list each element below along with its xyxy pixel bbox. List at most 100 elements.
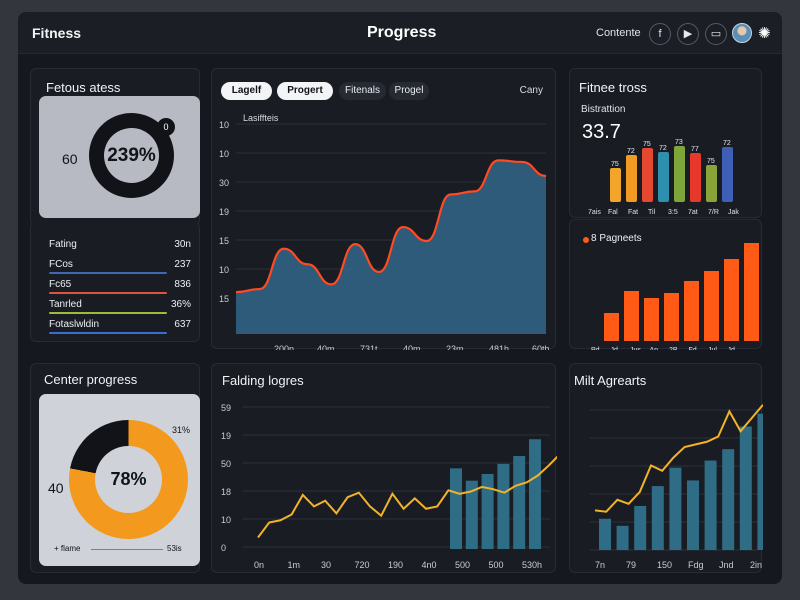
fitnee-bar-label: 72	[627, 148, 635, 155]
fetous-row-line	[49, 272, 167, 274]
pagneets-bar-chart: Pd Jd Jus An 2B Fd Jul Jd	[591, 243, 759, 350]
fetous-row-label: Fotaslwldin	[49, 319, 100, 330]
fitnee-x-tick: Jak	[728, 209, 739, 216]
top-link[interactable]: Contente	[596, 27, 641, 39]
main-chart-y-tick: 30	[219, 178, 229, 188]
main-chart-title: Lasiffteis	[243, 113, 279, 123]
falding-y-tick: 18	[221, 487, 231, 497]
fetous-title: Fetous atess	[46, 80, 121, 95]
main-chart-x-tick: 200n	[274, 344, 294, 350]
center-progress-value: 78%	[95, 446, 162, 513]
fetous-row-value: 36%	[170, 299, 191, 310]
fitnee-x-tick: Fat	[628, 209, 638, 216]
fetous-row-line	[49, 292, 167, 294]
facebook-icon[interactable]: f	[649, 23, 671, 45]
milt-bar	[616, 525, 629, 550]
fetous-row-label: Fc65	[49, 279, 72, 290]
mail-icon[interactable]: ▭	[705, 23, 727, 45]
dashboard-window: Fitness Progress Contente f ▶ ▭ ✺ Fetous…	[18, 12, 782, 584]
pagneets-x-tick: Jus	[630, 347, 641, 350]
main-chart-y-tick: 10	[219, 120, 229, 130]
fitnee-bar-label: 73	[675, 139, 683, 146]
fitnee-bar	[610, 168, 621, 202]
fitnee-bar-label: 77	[691, 146, 699, 153]
pagneets-x-tick: Jul	[708, 347, 717, 350]
falding-x-tick: 1m	[288, 560, 301, 570]
center-corner-value: 31%	[172, 425, 191, 435]
falding-x-tick: 4n0	[422, 560, 437, 570]
fitnee-bar	[658, 152, 669, 202]
fetous-donut-value: 239%	[104, 128, 159, 183]
falding-y-tick: 0	[221, 543, 226, 553]
fetous-row-label: FCos	[49, 259, 73, 270]
pagneets-bar	[724, 259, 739, 341]
center-progress-donut: 78%	[69, 420, 188, 539]
main-chart-card: Lagelf Progert Fitenals Progel Cany Lasi…	[211, 68, 556, 350]
fitnee-x-tick: 7ais	[588, 209, 601, 216]
pagneets-bar	[644, 298, 659, 341]
pagneets-bar	[624, 291, 639, 341]
fitnee-bar-label: 75	[611, 161, 619, 168]
milt-bar	[757, 413, 763, 550]
fitnee-bar-label: 72	[723, 140, 731, 147]
center-progress-card: Center progress 78% 40 31% + flame 53is	[30, 363, 200, 573]
milt-x-tick: Jnd	[719, 560, 734, 570]
center-progress-panel: 78% 40 31% + flame 53is	[39, 394, 200, 566]
pagneets-bar	[664, 293, 679, 341]
milt-bar	[722, 449, 735, 550]
fitnee-bar-chart: 75 7ais 72 Fal 75 Fat 72 Til 73 3:5 77 7at 75 7/R 72 Ja…	[588, 139, 739, 216]
falding-bar	[529, 439, 541, 549]
falding-card: Falding logres 59 19 50 18 10 0 0n 1m 30 720 190 4n…	[211, 363, 557, 573]
fetous-badge: 0	[157, 118, 175, 136]
pagneets-card: 8 Pagneets PdJdJusAn2BFdJulJd	[569, 219, 762, 350]
fitnee-bar	[642, 148, 653, 202]
brand-label: Fitness	[32, 25, 82, 41]
fetous-row-value: 30n	[174, 239, 191, 250]
pagneets-x-tick: An	[650, 347, 659, 350]
falding-x-tick: 0n	[254, 560, 264, 570]
falding-chart: 59 19 50 18 10 0 0n 1m 30 720 190 4n0 500 500 530h	[221, 403, 557, 570]
milt-bar	[599, 518, 611, 550]
main-chart-y-tick: 15	[219, 294, 229, 304]
falding-x-tick: 30	[321, 560, 331, 570]
milt-x-tick: Fdg	[688, 560, 704, 570]
fitnee-bar	[706, 165, 717, 202]
pagneets-x-tick: 2B	[669, 347, 678, 350]
fetous-row-label: Tanrled	[49, 299, 82, 310]
pagneets-bar	[704, 271, 719, 341]
falding-x-tick: 530h	[522, 560, 542, 570]
pagneets-bar	[744, 243, 759, 341]
main-chart-x-tick: 481h	[489, 344, 509, 350]
falding-bar	[497, 463, 510, 549]
falding-x-tick: 500	[455, 560, 470, 570]
gear-sun-icon[interactable]: ✺	[758, 24, 771, 42]
pagneets-x-tick: Fd	[689, 347, 697, 350]
milt-x-tick: 2in	[750, 560, 762, 570]
play-icon[interactable]: ▶	[677, 23, 699, 45]
fetous-row-value: 637	[174, 319, 191, 330]
falding-x-tick: 720	[355, 560, 370, 570]
main-chart-x-tick: 60th	[532, 344, 550, 350]
main-chart-y-tick: 19	[219, 207, 229, 217]
falding-y-tick: 10	[221, 515, 231, 525]
fitnee-card: Fitnee tross Bistrattion 33.7 75 7ais 72 Fa…	[569, 68, 762, 218]
milt-chart: 7n 79 150 Fdg Jnd 2in	[590, 404, 763, 570]
falding-x-tick: 190	[388, 560, 403, 570]
fitnee-x-tick: 7/R	[708, 209, 719, 216]
main-chart-x-tick: 40m	[317, 344, 335, 350]
falding-line	[257, 455, 557, 539]
fitnee-bar	[674, 146, 685, 202]
fitnee-bar-label: 75	[643, 141, 651, 148]
fitnee-x-tick: 7at	[688, 209, 698, 216]
fitnee-bar-label: 72	[659, 145, 667, 152]
fetous-card: Fetous atess 239% 60 0	[30, 68, 200, 226]
falding-y-tick: 19	[221, 431, 231, 441]
main-chart-y-tick: 10	[219, 149, 229, 159]
main-chart-y-tick: 10	[219, 265, 229, 275]
main-chart-x-tick: 731t	[360, 344, 378, 350]
pagneets-x-tick: Pd	[591, 347, 600, 350]
avatar[interactable]	[732, 23, 752, 43]
fitnee-x-tick: Fal	[608, 209, 618, 216]
fitnee-bar-label: 75	[707, 158, 715, 165]
milt-card: Milt Agrearts 7n 79 150 Fdg Jnd 2in	[569, 363, 763, 573]
